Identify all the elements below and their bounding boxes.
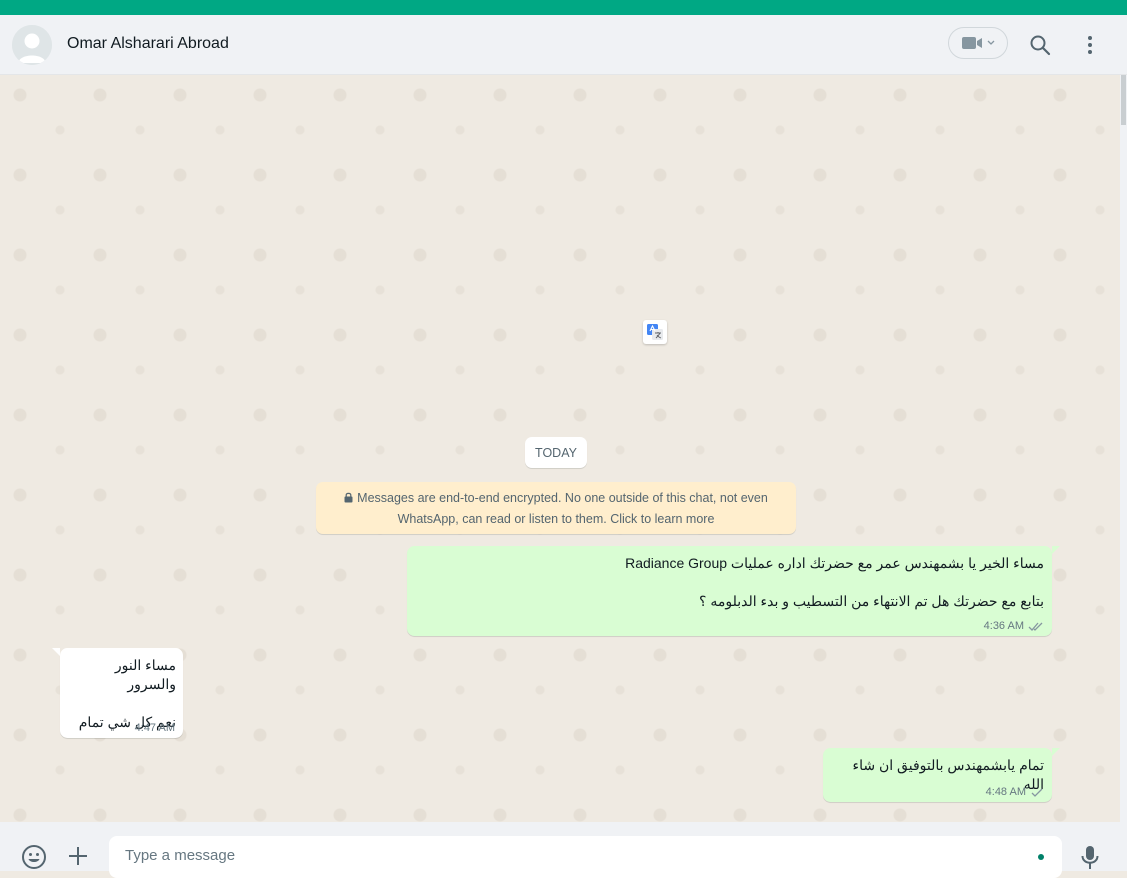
composer-bar [0, 822, 1127, 878]
message-meta: 4:36 AM [984, 620, 1044, 632]
contact-name[interactable]: Omar Alsharari Abroad [67, 35, 229, 53]
message-time: 4:47 AM [134, 722, 175, 734]
chat-scrollbar[interactable] [1120, 75, 1127, 822]
status-dot [1038, 854, 1044, 860]
message-bubble-incoming[interactable]: مساء النور والسرور نعم كل شي تمام 4:47 A… [52, 648, 183, 738]
translate-icon[interactable] [643, 320, 667, 344]
video-call-button[interactable] [948, 27, 1008, 59]
encryption-notice[interactable]: Messages are end-to-end encrypted. No on… [316, 482, 796, 534]
message-meta: 4:48 AM [986, 786, 1044, 798]
message-input-container[interactable] [109, 836, 1062, 878]
microphone-icon[interactable] [1078, 844, 1102, 870]
message-text: مساء الخير يا بشمهندس عمر مع حضرتك اداره… [625, 555, 1044, 609]
plus-icon[interactable] [66, 844, 90, 868]
app-top-band [0, 0, 1127, 15]
chevron-down-icon [987, 40, 995, 45]
date-divider: TODAY [525, 437, 587, 468]
emoji-icon[interactable] [21, 844, 47, 870]
single-check-icon [1031, 788, 1043, 797]
message-bubble-outgoing[interactable]: تمام يابشمهندس بالتوفيق ان شاء الله 4:48… [823, 748, 1060, 802]
encryption-notice-text: Messages are end-to-end encrypted. No on… [357, 491, 768, 526]
message-meta: 4:47 AM [135, 722, 175, 734]
menu-icon[interactable] [1078, 33, 1102, 57]
scrollbar-thumb[interactable] [1121, 75, 1126, 125]
double-check-icon [1028, 622, 1043, 631]
message-time: 4:48 AM [985, 786, 1026, 798]
default-avatar-icon[interactable] [12, 25, 52, 65]
message-time: 4:36 AM [983, 620, 1024, 632]
message-input[interactable] [125, 847, 1046, 864]
chat-header: Omar Alsharari Abroad [0, 15, 1127, 75]
message-bubble-outgoing[interactable]: مساء الخير يا بشمهندس عمر مع حضرتك اداره… [407, 546, 1060, 636]
message-text: مساء النور والسرور نعم كل شي تمام [78, 657, 176, 730]
lock-icon [344, 492, 353, 503]
video-call-icon [962, 37, 982, 49]
search-icon[interactable] [1028, 33, 1052, 57]
